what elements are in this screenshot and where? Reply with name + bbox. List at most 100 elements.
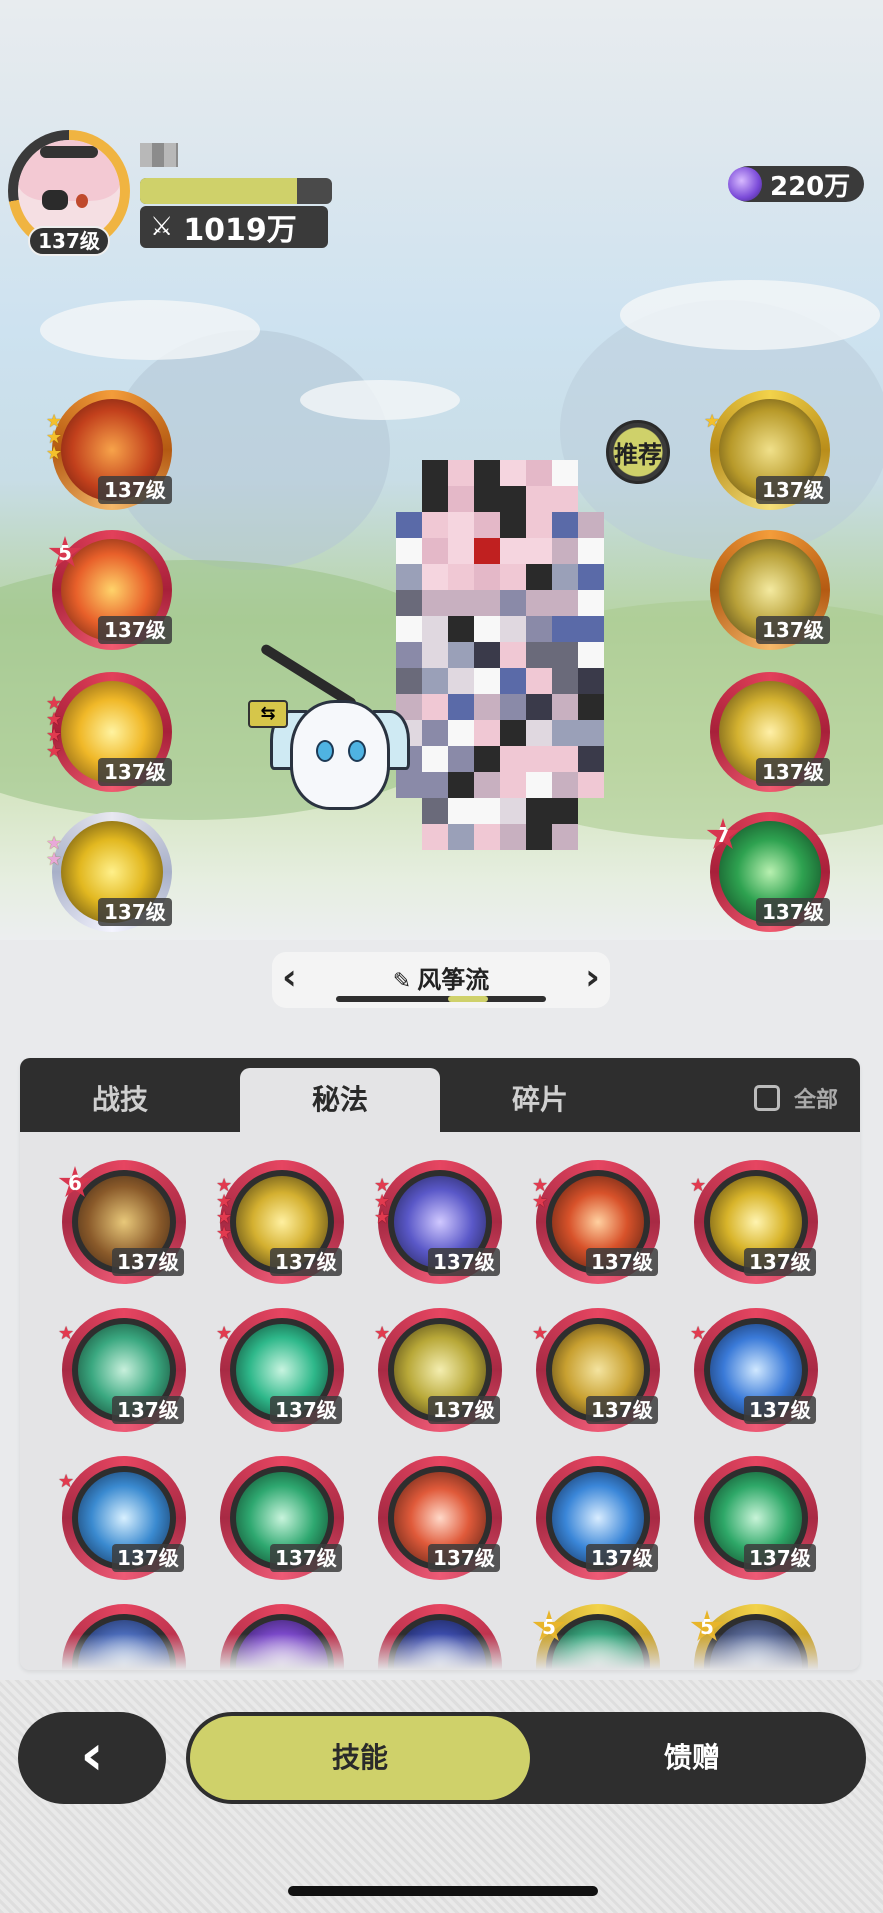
skill-level: 137级 (98, 758, 172, 786)
character-pixel (578, 512, 604, 538)
skill-grid-item[interactable]: ★ 137级 (690, 1308, 818, 1432)
equipped-skill-left-4[interactable]: ★ ★ 137级 (46, 812, 172, 932)
skill-grid-item[interactable]: ★ 137级 (690, 1160, 818, 1284)
back-button[interactable]: ‹ (18, 1712, 166, 1804)
character-pixel (474, 616, 500, 642)
build-name[interactable]: ✎ 风筝流 (393, 960, 489, 995)
chevron-left-icon: ‹ (80, 1723, 104, 1788)
character-pixel (552, 798, 578, 824)
skill-stars: ★ ★ (532, 1175, 549, 1212)
character-pixel (500, 798, 526, 824)
skill-grid-item[interactable]: ★ 137级 (374, 1308, 502, 1432)
chevron-right-icon[interactable]: › (585, 958, 600, 998)
skill-level: 137级 (428, 1396, 500, 1424)
skill-grid-item[interactable]: ★ 137级 (58, 1308, 186, 1432)
character-pixel (474, 772, 500, 798)
skill-level: 137级 (98, 898, 172, 926)
character-pixel (552, 746, 578, 772)
character-pixel (526, 616, 552, 642)
skill-stars: ★ (216, 1323, 233, 1344)
character-pixel (474, 720, 500, 746)
equipped-skill-left-3[interactable]: ★ ★ ★ ★ 137级 (46, 672, 172, 792)
skill-grid-item[interactable]: ★ 137级 (532, 1308, 660, 1432)
skill-level: 137级 (586, 1396, 658, 1424)
tab-gifts[interactable]: 馈赠 (522, 1716, 862, 1800)
tab-secret-arts[interactable]: 秘法 (240, 1068, 440, 1132)
combat-power-value: 1019万 (183, 213, 297, 248)
skill-grid-item[interactable]: 137级 (220, 1456, 344, 1580)
tab-combat-skills[interactable]: 战技 (20, 1068, 220, 1132)
equipped-skill-right-4[interactable]: 7 137级 (706, 812, 830, 932)
character-pixel (422, 746, 448, 772)
equipped-skill-right-2[interactable]: 137级 (710, 530, 830, 650)
cloud (300, 380, 460, 420)
cloud (620, 280, 880, 350)
show-all-filter[interactable]: 全部 (753, 1082, 838, 1114)
character-pixel (552, 668, 578, 694)
skill-panel: 战技 秘法 碎片 全部 6 137级 ★ ★ ★ ★ 137级 ★ ★ ★ 137级 ★ ★ 137级 ★ 1… (20, 1058, 860, 1670)
character-pixel (448, 772, 474, 798)
skill-stars: ★ ★ ★ (374, 1175, 391, 1228)
bottom-segment: 技能 馈赠 (186, 1712, 866, 1804)
character-pixel (474, 798, 500, 824)
character-pixel (474, 824, 500, 850)
tab-fragments[interactable]: 碎片 (440, 1068, 640, 1132)
skill-grid-item[interactable]: ★ ★ ★ ★ 137级 (216, 1160, 344, 1284)
character-pixel (474, 668, 500, 694)
build-page-indicator (336, 996, 546, 1002)
skill-level: 137级 (112, 1248, 184, 1276)
equipped-skill-left-1[interactable]: ★ ★ ★ 137级 (46, 390, 172, 510)
character-pixel (474, 486, 500, 512)
character-pixel (552, 512, 578, 538)
character-pixel (448, 564, 474, 590)
skill-grid-item[interactable]: 137级 (378, 1456, 502, 1580)
chevron-left-icon[interactable]: ‹ (282, 958, 297, 998)
skill-grid-item[interactable]: 6 137级 (58, 1160, 186, 1284)
character-pixel (500, 694, 526, 720)
character-pixel (422, 798, 448, 824)
skill-grid-item[interactable]: ★ 137级 (216, 1308, 344, 1432)
character-pixel (578, 746, 604, 772)
skill-level: 137级 (98, 616, 172, 644)
swap-pet-button[interactable]: ⇆ (248, 700, 288, 728)
character-pixel (500, 460, 526, 486)
pet-companion[interactable] (270, 670, 410, 840)
character-pixel (422, 694, 448, 720)
character-pixel (578, 772, 604, 798)
skill-grid-item[interactable]: ★ ★ ★ 137级 (374, 1160, 502, 1284)
crossed-swords-icon: ⚔ (150, 212, 174, 242)
character-pixel (396, 538, 422, 564)
character-pixel (578, 694, 604, 720)
character-pixel (526, 642, 552, 668)
player-level: 137级 (28, 226, 110, 256)
character-pixel (552, 824, 578, 850)
character-pixel (474, 564, 500, 590)
character-pixel (526, 460, 552, 486)
skill-grid-item[interactable]: ★ ★ 137级 (532, 1160, 660, 1284)
skill-grid-item[interactable]: 137级 (694, 1456, 818, 1580)
character-pixel (578, 642, 604, 668)
equipped-skill-right-1[interactable]: ★ 137级 (704, 390, 830, 510)
skill-grid-item[interactable]: 137级 (536, 1456, 660, 1580)
character-pixel (422, 538, 448, 564)
character-pixel (422, 668, 448, 694)
character-pixel (422, 512, 448, 538)
character-pixel (526, 512, 552, 538)
character-pixel (422, 460, 448, 486)
character-pixel (526, 824, 552, 850)
skill-grid-item[interactable]: ★ 137级 (58, 1456, 186, 1580)
equipped-skill-left-2[interactable]: 5 137级 (48, 530, 172, 650)
character-pixel (526, 720, 552, 746)
character-pixel (526, 694, 552, 720)
currency-display[interactable]: 220万 (728, 166, 864, 202)
skill-stars: ★ (532, 1323, 549, 1344)
character-pixel (474, 642, 500, 668)
character-pixel (474, 746, 500, 772)
character-pixel (448, 642, 474, 668)
skill-level: 137级 (586, 1544, 658, 1572)
tab-skills[interactable]: 技能 (190, 1716, 530, 1800)
character-pixel (448, 668, 474, 694)
equipped-skill-right-3[interactable]: 137级 (710, 672, 830, 792)
character-pixel (448, 824, 474, 850)
checkbox[interactable] (753, 1085, 780, 1111)
